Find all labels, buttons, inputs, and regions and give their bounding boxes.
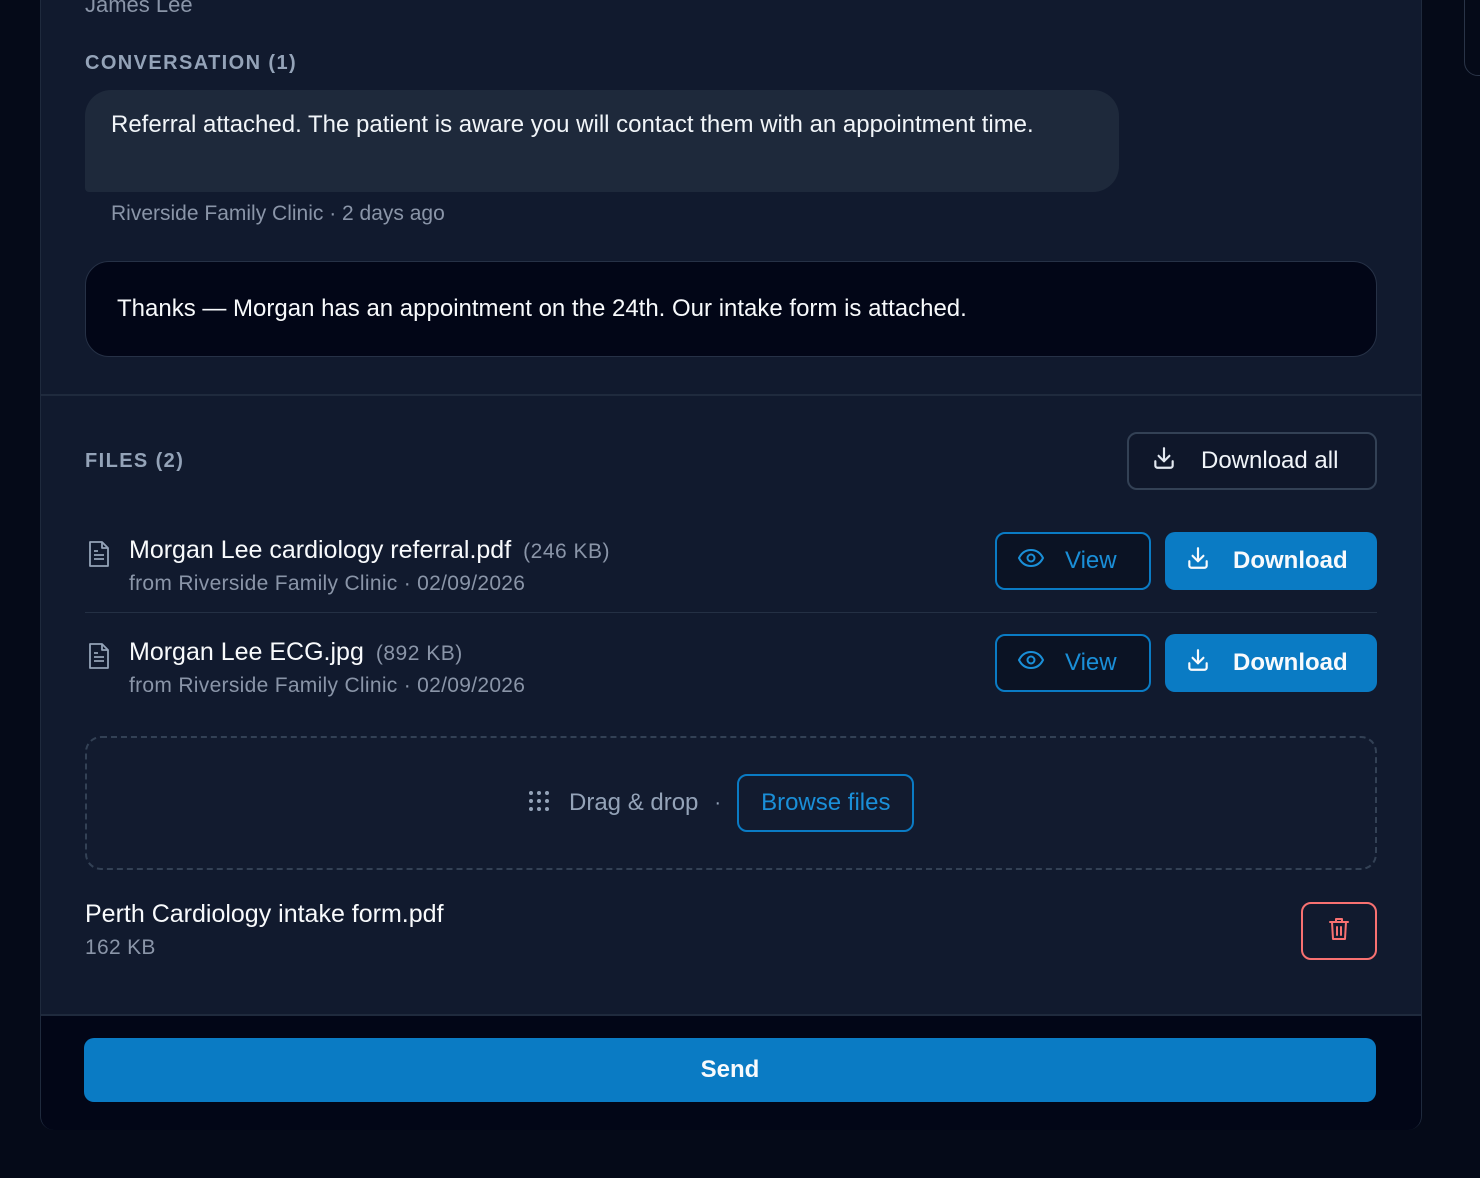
view-label: View [1065,547,1117,574]
message-meta: Riverside Family Clinic · 2 days ago [111,202,445,225]
conversation-title: CONVERSATION (1) [85,52,298,74]
file-name[interactable]: Morgan Lee ECG.jpg [129,638,364,666]
browse-files-label: Browse files [761,789,891,816]
file-meta: from Riverside Family Clinic · 02/09/202… [129,572,526,595]
file-text-icon [87,642,111,670]
file-row: Morgan Lee ECG.jpg (892 KB) from Riversid… [85,634,1377,722]
download-icon [1185,545,1211,578]
reply-input[interactable]: Thanks — Morgan has an appointment on th… [85,261,1377,357]
file-text-icon [87,540,111,568]
files-title: FILES (2) [85,450,185,472]
view-button[interactable]: View [995,532,1151,590]
download-all-label: Download all [1201,447,1339,474]
send-label: Send [700,1056,760,1083]
file-name[interactable]: Morgan Lee cardiology referral.pdf [129,536,511,564]
panel-footer: Send [41,1014,1421,1130]
remove-attachment-button[interactable] [1301,902,1377,960]
file-dropzone[interactable]: Drag & drop · Browse files [85,736,1377,870]
download-label: Download [1233,649,1348,676]
attachment-size: 162 KB [85,936,156,959]
row-divider [85,612,1377,613]
view-button[interactable]: View [995,634,1151,692]
download-icon [1151,445,1177,478]
download-button[interactable]: Download [1165,634,1377,692]
file-size: (892 KB) [375,642,463,665]
file-size: (246 KB) [523,540,611,563]
trash-icon [1327,916,1351,947]
browse-files-button[interactable]: Browse files [737,774,915,832]
download-icon [1185,647,1211,680]
download-all-button[interactable]: Download all [1127,432,1377,490]
separator-dot: · [714,791,722,814]
eye-icon [1017,547,1045,576]
file-name-line: Morgan Lee ECG.jpg (892 KB) [129,638,463,667]
reply-text[interactable]: Thanks — Morgan has an appointment on th… [117,295,967,322]
message-panel: James Lee CONVERSATION (1) Referral atta… [40,0,1422,1130]
attachment-name: Perth Cardiology intake form.pdf [85,900,444,928]
file-row: Morgan Lee cardiology referral.pdf (246 K… [85,532,1377,620]
dropzone-content: Drag & drop · Browse files [527,774,915,832]
send-button[interactable]: Send [84,1038,1376,1102]
message-text: Referral attached. The patient is aware … [111,111,1034,138]
message-bubble: Referral attached. The patient is aware … [85,90,1119,192]
adjacent-panel-edge [1464,0,1480,76]
download-label: Download [1233,547,1348,574]
section-divider [41,394,1421,396]
recipient-name: James Lee [85,0,193,17]
drag-drop-label: Drag & drop [569,789,699,816]
file-meta: from Riverside Family Clinic · 02/09/202… [129,674,526,697]
view-label: View [1065,649,1117,676]
download-button[interactable]: Download [1165,532,1377,590]
eye-icon [1017,649,1045,678]
grip-icon [527,789,551,818]
file-name-line: Morgan Lee cardiology referral.pdf (246 K… [129,536,610,565]
